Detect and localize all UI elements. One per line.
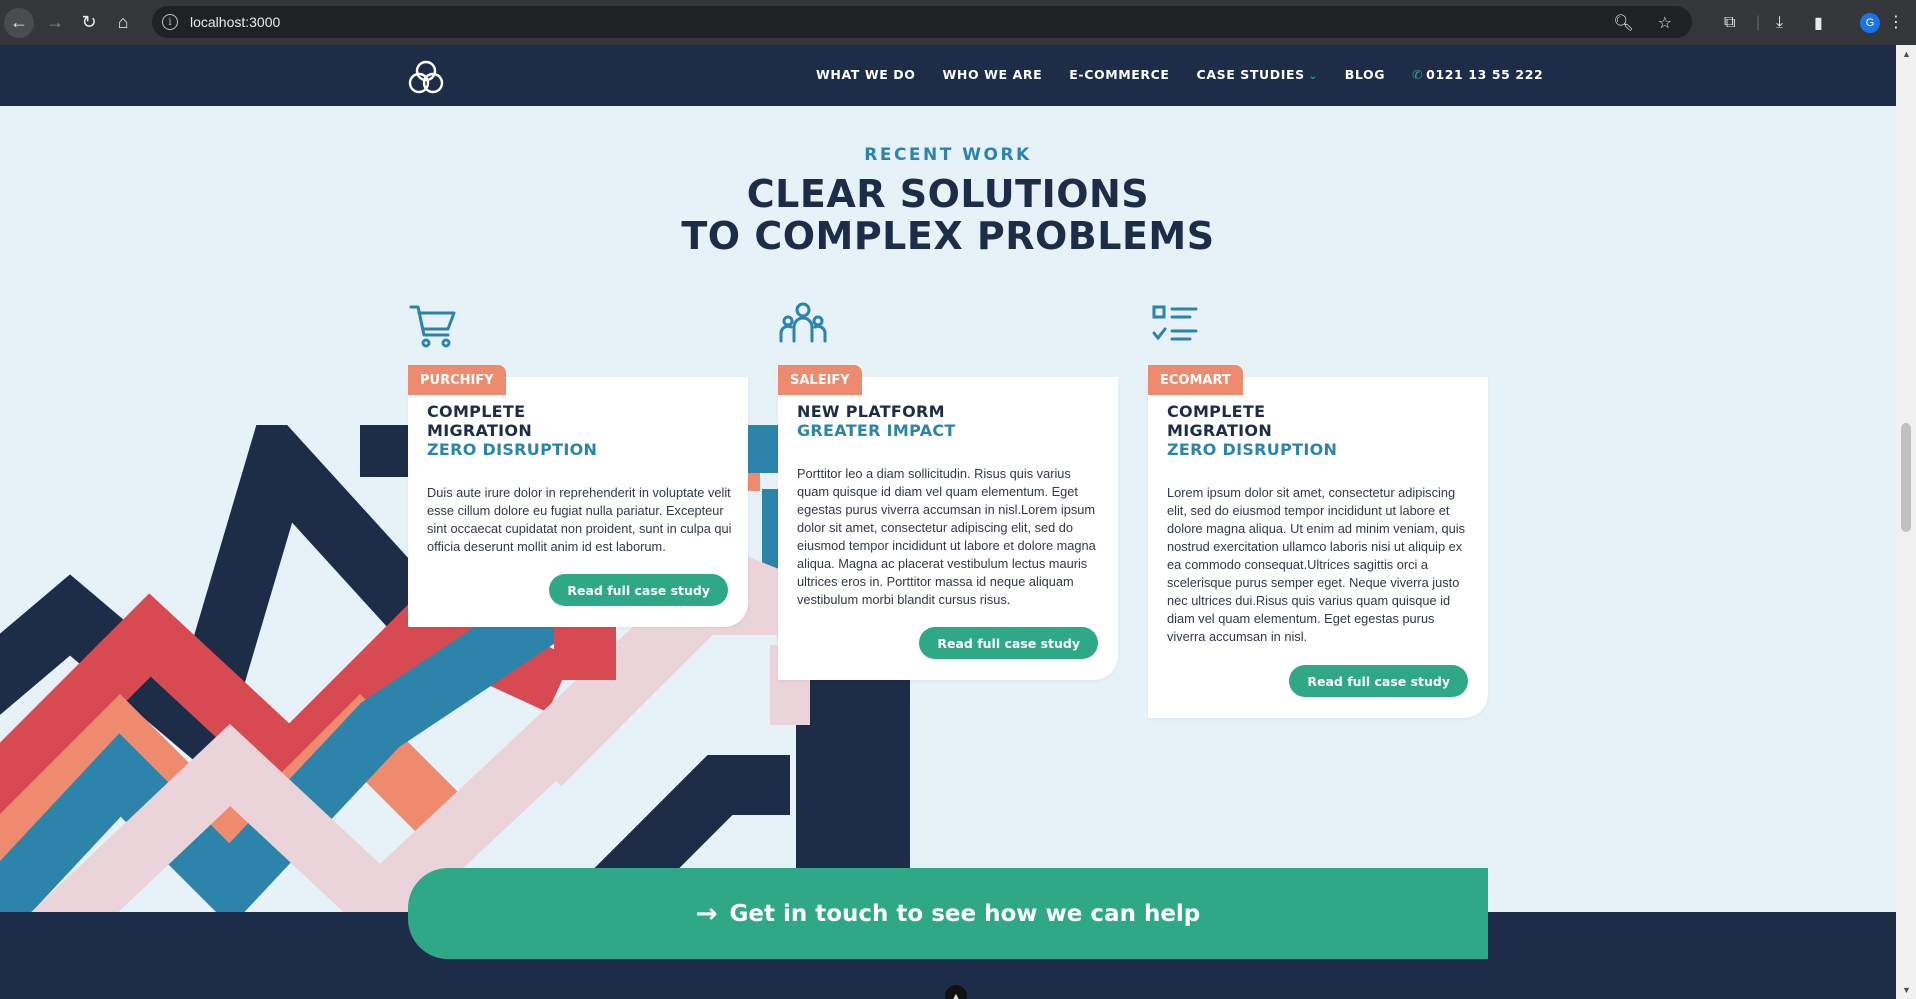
- card-title-line-1: COMPLETE: [427, 402, 526, 421]
- card-title-line-1: COMPLETE: [1167, 402, 1266, 421]
- case-study-card-ecomart: ECOMART COMPLETE MIGRATION ZERO DISRUPTI…: [1148, 365, 1488, 718]
- browser-toolbar: ← → ↻ ⌂ i localhost:3000 🔍︎ ☆ ⧉ | ⤓ ▮ G …: [0, 0, 1916, 45]
- checklist-icon: [1152, 305, 1198, 341]
- card-title-accent: ZERO DISRUPTION: [1167, 440, 1338, 459]
- card-title-accent: ZERO DISRUPTION: [427, 440, 598, 459]
- extensions-icon[interactable]: ⧉: [1724, 0, 1735, 45]
- card-title-line-2: MIGRATION: [427, 421, 533, 440]
- page-scrollbar[interactable]: ▲ ▼: [1896, 45, 1916, 999]
- client-tag: ECOMART: [1148, 365, 1243, 395]
- section-eyebrow: RECENT WORK: [864, 145, 1032, 165]
- card-body: Duis aute irure dolor in reprehenderit i…: [427, 485, 732, 554]
- phone-number: 0121 13 55 222: [1426, 67, 1544, 82]
- menu-icon[interactable]: ⋮: [1888, 12, 1904, 32]
- nav-item-case-studies[interactable]: CASE STUDIES ⌄: [1197, 67, 1318, 82]
- bookmark-star-icon[interactable]: ☆: [1658, 13, 1672, 33]
- reload-icon[interactable]: ↻: [72, 6, 106, 40]
- nav-phone-link[interactable]: ✆ 0121 13 55 222: [1412, 67, 1543, 82]
- nav-item-what-we-do[interactable]: WHAT WE DO: [816, 67, 916, 82]
- read-case-study-button[interactable]: Read full case study: [549, 574, 728, 606]
- phone-icon: ✆: [1412, 67, 1424, 82]
- zoom-icon[interactable]: 🔍︎: [1613, 13, 1633, 33]
- case-study-card-purchify: PURCHIFY COMPLETE MIGRATION ZERO DISRUPT…: [408, 365, 748, 627]
- card-body: Lorem ipsum dolor sit amet, consectetur …: [1167, 485, 1466, 644]
- case-study-card-saleify: SALEIFY NEW PLATFORM GREATER IMPACT Port…: [778, 365, 1118, 680]
- card-title: COMPLETE MIGRATION ZERO DISRUPTION: [427, 402, 597, 459]
- client-tag: SALEIFY: [778, 365, 862, 395]
- card-title-accent: GREATER IMPACT: [797, 421, 956, 440]
- forward-icon[interactable]: →: [38, 6, 72, 40]
- arrow-right-icon: →: [695, 898, 718, 929]
- scroll-down-arrow-icon[interactable]: ▼: [1902, 985, 1911, 995]
- card-body: Porttitor leo a diam sollicitudin. Risus…: [797, 466, 1096, 607]
- nav-item-blog[interactable]: BLOG: [1345, 67, 1385, 82]
- side-panel-icon[interactable]: ▮: [1814, 0, 1823, 45]
- toolbar-divider: |: [1756, 13, 1761, 31]
- card-title: COMPLETE MIGRATION ZERO DISRUPTION: [1167, 402, 1337, 459]
- nav-item-case-studies-label: CASE STUDIES: [1196, 67, 1305, 82]
- card-title-line-2: MIGRATION: [1167, 421, 1273, 440]
- cta-label: Get in touch to see how we can help: [729, 900, 1201, 927]
- scrollbar-thumb[interactable]: [1901, 423, 1911, 532]
- profile-avatar[interactable]: G: [1860, 13, 1880, 33]
- downloads-icon[interactable]: ⤓: [1776, 0, 1783, 45]
- page-viewport: WHAT WE DO WHO WE ARE E-COMMERCE CASE ST…: [0, 45, 1896, 999]
- read-case-study-button[interactable]: Read full case study: [1289, 665, 1468, 697]
- back-icon[interactable]: ←: [4, 7, 34, 38]
- site-header: WHAT WE DO WHO WE ARE E-COMMERCE CASE ST…: [0, 45, 1896, 106]
- people-group-icon: [779, 302, 827, 343]
- nav-item-who-we-are[interactable]: WHO WE ARE: [943, 67, 1043, 82]
- scroll-up-arrow-icon[interactable]: ▲: [1902, 49, 1911, 59]
- home-icon[interactable]: ⌂: [106, 6, 140, 40]
- client-tag: PURCHIFY: [408, 365, 506, 395]
- main-navigation: WHAT WE DO WHO WE ARE E-COMMERCE CASE ST…: [816, 67, 1543, 82]
- card-title-line-1: NEW PLATFORM: [797, 402, 945, 421]
- brand-logo-icon[interactable]: [406, 58, 446, 98]
- shopping-cart-icon: [409, 305, 456, 348]
- get-in-touch-cta[interactable]: → Get in touch to see how we can help: [408, 868, 1488, 959]
- url-text: localhost:3000: [190, 14, 281, 30]
- address-bar[interactable]: i localhost:3000 🔍︎ ☆: [152, 6, 1692, 38]
- headline-line-1: CLEAR SOLUTIONS: [746, 172, 1150, 216]
- card-title: NEW PLATFORM GREATER IMPACT: [797, 402, 956, 440]
- site-info-icon[interactable]: i: [162, 14, 178, 30]
- chevron-down-icon: ⌄: [1308, 71, 1318, 82]
- section-headline: CLEAR SOLUTIONS TO COMPLEX PROBLEMS: [0, 173, 1896, 257]
- headline-line-2: TO COMPLEX PROBLEMS: [681, 214, 1215, 258]
- read-case-study-button[interactable]: Read full case study: [919, 627, 1098, 659]
- nav-item-e-commerce[interactable]: E-COMMERCE: [1069, 67, 1169, 82]
